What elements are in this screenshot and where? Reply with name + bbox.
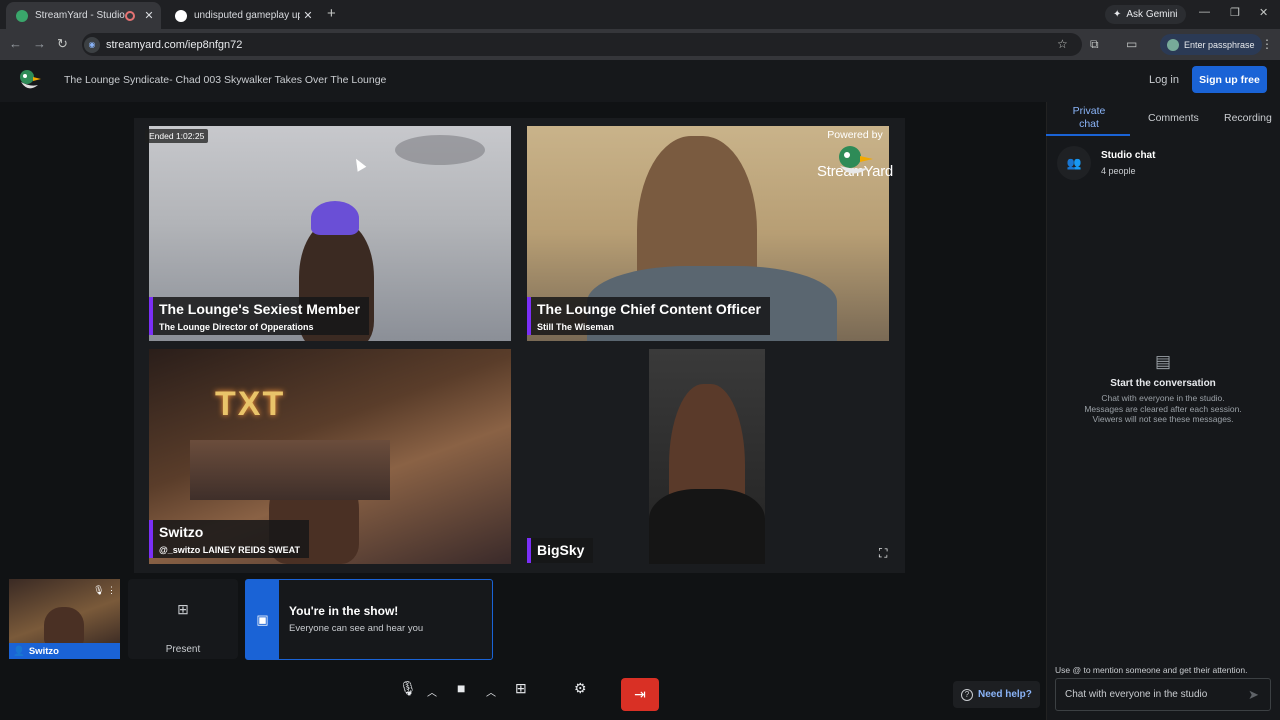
share-screen-icon[interactable]: ⊞ <box>515 680 527 697</box>
name-tag-tile-4: BigSky <box>527 538 594 563</box>
studio-chat-room[interactable]: 👥 Studio chat 4 people <box>1057 146 1155 180</box>
empty-line-1: Chat with everyone in the studio. <box>1101 393 1225 403</box>
badge-icon: ▣ <box>246 580 279 659</box>
banner-title: You're in the show! <box>289 604 399 618</box>
forward-icon[interactable]: → <box>33 36 46 51</box>
url-text: streamyard.com/iep8nfgn72 <box>106 38 243 51</box>
settings-gear-icon[interactable]: ⚙ <box>574 680 587 697</box>
self-name: Switzo <box>28 645 59 657</box>
close-window-icon[interactable]: ✕ <box>1259 6 1268 19</box>
present-screen-icon: ⊞ <box>177 601 189 617</box>
broadcast-title: The Lounge Syndicate- Chad 003 Skywalker… <box>64 74 387 86</box>
tab-google[interactable]: undisputed gameplay updated ✕ <box>165 2 320 29</box>
self-name-tag: 👤 Switzo <box>9 643 120 659</box>
enter-passphrase-button[interactable]: Enter passphrase <box>1160 34 1262 55</box>
empty-chat-state: ▤ Start the conversation Chat with every… <box>1046 352 1280 425</box>
empty-line-3: Viewers will not see these messages. <box>1092 414 1234 424</box>
bookmark-star-icon[interactable]: ☆ <box>1057 37 1068 51</box>
room-title: Studio chat <box>1101 150 1156 161</box>
cast-icon[interactable]: ▭ <box>1126 37 1137 51</box>
send-icon[interactable]: ➤ <box>1248 687 1259 703</box>
name-tag-tile-3: Switzo @_switzo LAINEY REIDS SWEAT <box>149 520 309 558</box>
login-link[interactable]: Log in <box>1149 74 1179 86</box>
empty-line-2: Messages are cleared after each session. <box>1084 403 1242 414</box>
person-icon: 👤 <box>13 645 25 657</box>
chat-input[interactable]: Chat with everyone in the studio <box>1055 678 1271 711</box>
name-tag-tile-1: The Lounge's Sexiest Member The Lounge D… <box>149 297 369 335</box>
banner-text: Everyone can see and hear you <box>289 623 424 634</box>
leave-studio-button[interactable]: ⇥ <box>621 678 659 711</box>
gemini-sparkle-icon: ✦ <box>1113 9 1122 20</box>
new-tab-button[interactable]: + <box>327 5 336 22</box>
close-tab-icon[interactable]: ✕ <box>141 9 157 22</box>
arena-logo-text: TXT <box>215 385 286 423</box>
need-help-button[interactable]: ? Need help? <box>953 681 1040 708</box>
restore-window-icon[interactable]: ❐ <box>1230 6 1240 19</box>
participant-subtitle: @_switzo LAINEY REIDS SWEAT <box>159 545 300 555</box>
streamyard-duck-logo-icon <box>839 146 873 174</box>
name-tag-tile-2: The Lounge Chief Content Officer Still T… <box>527 297 770 335</box>
google-favicon-icon <box>175 9 187 22</box>
reload-icon[interactable]: ↻ <box>57 36 68 52</box>
powered-by-label: Powered by <box>827 129 883 141</box>
empty-title: Start the conversation <box>1110 378 1216 389</box>
need-help-label: Need help? <box>978 689 1032 700</box>
participant-subtitle: The Lounge Director of Opperations <box>159 322 314 332</box>
site-info-icon[interactable]: ◉ <box>84 36 100 53</box>
participant-subtitle: Still The Wiseman <box>537 322 614 332</box>
group-people-icon: 👥 <box>1057 146 1091 180</box>
in-show-banner: ▣ You're in the show! Everyone can see a… <box>245 579 493 660</box>
browser-toolbar: ← → ↻ ◉ streamyard.com/iep8nfgn72 ☆ ⧉ ▭ … <box>0 29 1280 60</box>
camera-icon[interactable]: ■ <box>457 680 465 696</box>
streamyard-favicon-icon <box>16 9 28 22</box>
participant-name: Switzo <box>159 524 204 540</box>
participant-name: The Lounge's Sexiest Member <box>159 301 360 317</box>
extensions-puzzle-icon[interactable]: ⧉ <box>1090 37 1099 52</box>
present-label: Present <box>165 644 201 655</box>
passphrase-label: Enter passphrase <box>1184 39 1255 50</box>
address-bar[interactable]: ◉ streamyard.com/iep8nfgn72 <box>82 33 1082 56</box>
ended-timer-badge: Ended 1:02:25 <box>145 129 209 143</box>
room-count: 4 people <box>1101 166 1136 176</box>
present-button[interactable]: ⊞ Present <box>128 579 238 659</box>
browser-tab-strip: StreamYard - Studio ✕ undisputed gamepla… <box>0 0 1280 29</box>
tab-streamyard[interactable]: StreamYard - Studio ✕ <box>6 2 161 29</box>
tab-title: undisputed gameplay updated <box>194 10 300 21</box>
profile-avatar-icon <box>1167 38 1179 51</box>
mic-options-chevron-icon[interactable]: ︿ <box>427 684 437 699</box>
ask-gemini-label: Ask Gemini <box>1126 9 1178 20</box>
wrestling-ring <box>190 440 390 500</box>
self-camera-controls-icon[interactable]: 🎙 ⋮ <box>93 585 116 596</box>
signup-button[interactable]: Sign up free <box>1192 66 1267 93</box>
self-camera-preview[interactable]: 🎙 ⋮ 👤 Switzo <box>9 579 120 659</box>
help-question-icon: ? <box>961 688 973 701</box>
app-header: The Lounge Syndicate- Chad 003 Skywalker… <box>0 60 1280 102</box>
microphone-icon[interactable]: 🎙 <box>399 680 417 697</box>
mention-hint: Use @ to mention someone and get their a… <box>1055 665 1248 675</box>
tab-private-chat[interactable]: Private chat <box>1069 105 1109 131</box>
powered-by-watermark: Powered by StreamYard <box>812 129 898 180</box>
participant-name: BigSky <box>537 542 585 558</box>
tab-title: StreamYard - Studio <box>35 10 125 21</box>
recording-indicator-icon <box>125 10 135 21</box>
ceiling-fan <box>395 135 485 165</box>
tab-recording[interactable]: Recording <box>1224 112 1272 124</box>
bigsky-camera-feed <box>649 349 765 564</box>
fullscreen-icon[interactable]: ⛶ <box>879 546 892 560</box>
chat-bubble-icon: ▤ <box>1154 352 1172 371</box>
back-icon[interactable]: ← <box>9 36 22 51</box>
browser-menu-icon[interactable]: ⋮ <box>1261 37 1273 51</box>
participant-name: The Lounge Chief Content Officer <box>537 301 761 317</box>
active-tab-indicator <box>1046 134 1130 136</box>
close-tab-icon[interactable]: ✕ <box>300 9 316 22</box>
camera-options-chevron-icon[interactable]: ︿ <box>486 684 496 699</box>
ask-gemini-button[interactable]: ✦ Ask Gemini <box>1105 5 1186 24</box>
exit-icon: ⇥ <box>634 686 646 702</box>
minimize-window-icon[interactable]: — <box>1199 6 1210 18</box>
streamyard-logo-icon <box>20 70 41 89</box>
tab-comments[interactable]: Comments <box>1148 112 1199 124</box>
